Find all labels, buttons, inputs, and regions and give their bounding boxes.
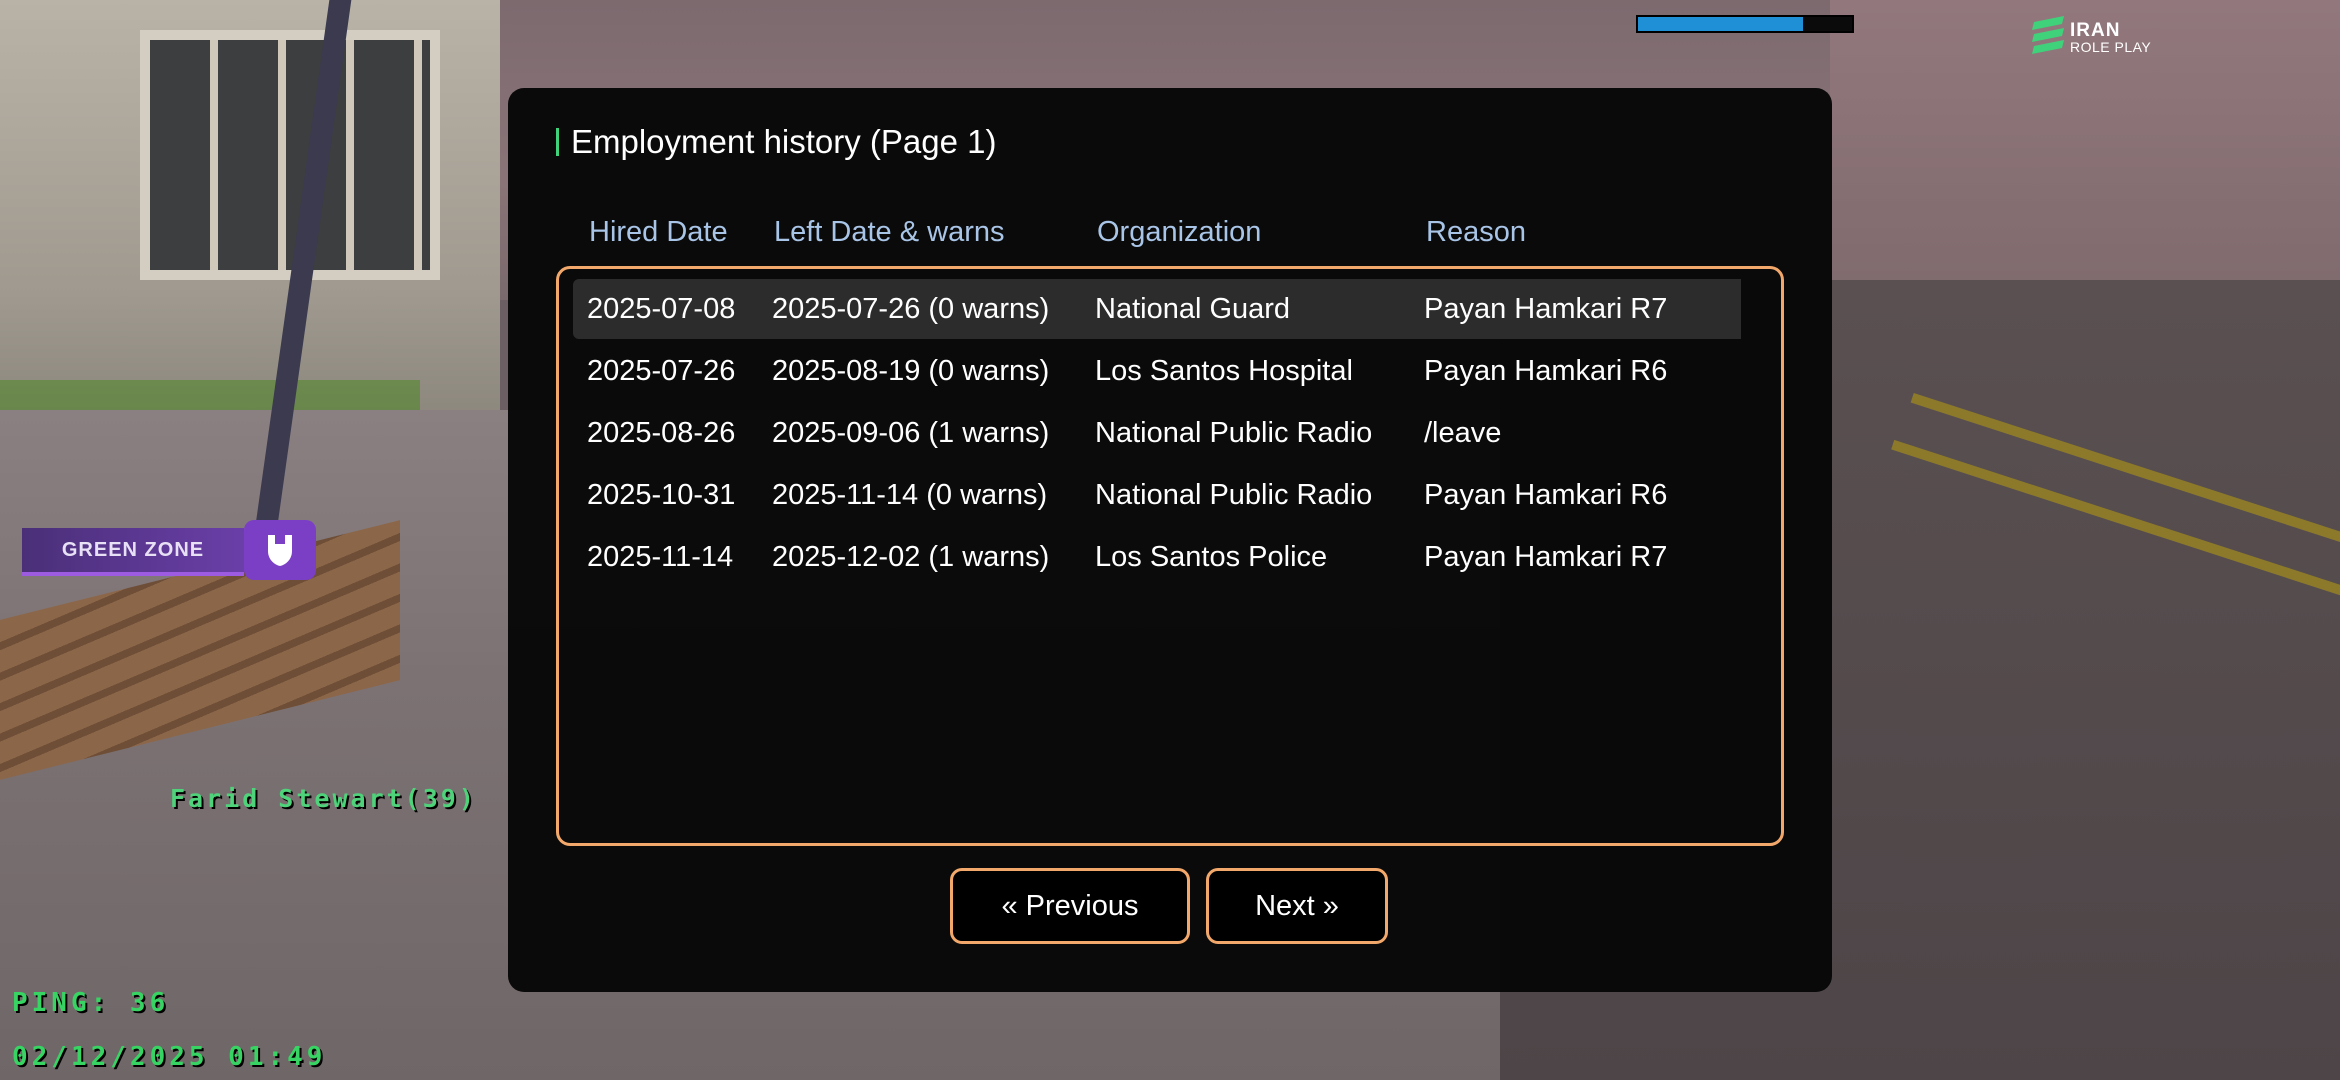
cell-organization: Los Santos Hospital [1095,355,1353,387]
column-header-hired-date: Hired Date [589,216,728,248]
cell-left-date: 2025-12-02 (1 warns) [772,541,1050,573]
list-row[interactable]: 2025-10-31 2025-11-14 (0 warns) National… [573,465,1741,525]
employment-history-dialog: Employment history (Page 1) Hired Date L… [508,88,1832,992]
column-header-left-date: Left Date & warns [774,216,1005,248]
zone-label: GREEN ZONE [22,528,244,576]
list-row[interactable]: 2025-08-26 2025-09-06 (1 warns) National… [573,403,1741,463]
cell-left-date: 2025-07-26 (0 warns) [772,293,1050,325]
cell-reason: Payan Hamkari R7 [1424,293,1668,325]
dialog-title-text: Employment history (Page 1) [571,123,997,160]
title-accent-bar [556,128,559,156]
zone-badge [244,520,316,580]
cell-organization: National Guard [1095,293,1291,325]
cell-hired-date: 2025-07-08 [587,293,736,325]
list-row[interactable]: 2025-07-08 2025-07-26 (0 warns) National… [573,279,1741,339]
health-bar-fill [1638,17,1803,31]
player-name-tag: Farid Stewart(39) [170,784,477,813]
dialog-title: Employment history (Page 1) [556,122,997,162]
cell-reason: Payan Hamkari R6 [1424,479,1668,511]
cell-reason: Payan Hamkari R7 [1424,541,1668,573]
cell-hired-date: 2025-10-31 [587,479,736,511]
logo-icon [2032,16,2064,54]
cell-left-date: 2025-08-19 (0 warns) [772,355,1050,387]
cell-reason: /leave [1424,417,1502,449]
health-bar [1636,15,1854,33]
previous-page-button[interactable]: « Previous [950,868,1190,944]
logo-line2: ROLE PLAY [2070,39,2152,55]
history-list[interactable]: 2025-07-08 2025-07-26 (0 warns) National… [556,266,1784,846]
cell-hired-date: 2025-08-26 [587,417,736,449]
ping-readout: PING: 36 [12,988,170,1018]
column-header-reason: Reason [1426,216,1526,248]
column-headers: Hired Date Left Date & warns Organizatio… [508,216,1832,256]
cell-left-date: 2025-11-14 (0 warns) [772,479,1048,511]
cell-hired-date: 2025-07-26 [587,355,736,387]
cell-hired-date: 2025-11-14 [587,541,734,573]
cell-organization: National Public Radio [1095,417,1373,449]
server-logo: IRAN ROLE PLAY [2030,14,2170,58]
cell-left-date: 2025-09-06 (1 warns) [772,417,1050,449]
cell-organization: National Public Radio [1095,479,1373,511]
list-row[interactable]: 2025-11-14 2025-12-02 (1 warns) Los Sant… [573,527,1741,587]
column-header-organization: Organization [1097,216,1262,248]
list-row[interactable]: 2025-07-26 2025-08-19 (0 warns) Los Sant… [573,341,1741,401]
shield-icon [268,535,292,566]
datetime-readout: 02/12/2025 01:49 [12,1042,327,1072]
next-page-button[interactable]: Next » [1206,868,1388,944]
building-window [140,30,440,280]
cell-organization: Los Santos Police [1095,541,1328,573]
cell-reason: Payan Hamkari R6 [1424,355,1668,387]
